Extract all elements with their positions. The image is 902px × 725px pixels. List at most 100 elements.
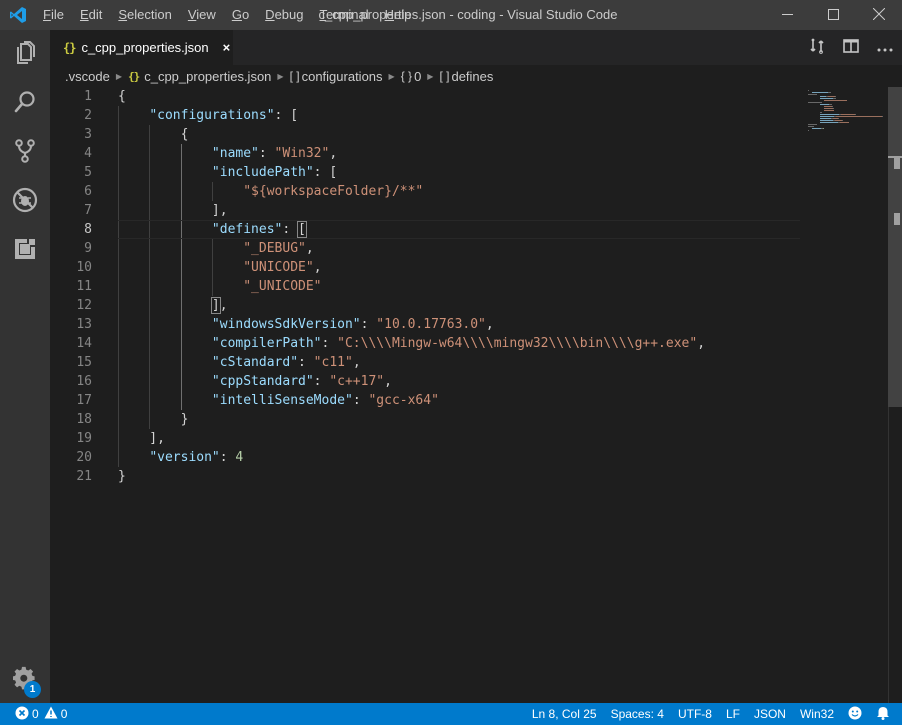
code-content: "windowsSdkVersion": "10.0.17763.0", xyxy=(118,315,494,334)
warning-icon xyxy=(44,706,58,722)
code-line: 16 "cppStandard": "c++17", xyxy=(50,372,800,391)
breadcrumb-defines[interactable]: defines xyxy=(451,69,493,84)
vertical-scrollbar[interactable] xyxy=(888,87,902,703)
line-number: 5 xyxy=(84,165,92,180)
punctuation: } xyxy=(118,469,126,484)
code-line: 1{ xyxy=(50,87,800,106)
problems-button[interactable]: 0 0 xyxy=(15,703,69,725)
punctuation: : xyxy=(258,146,275,161)
cpp-configuration[interactable]: Win32 xyxy=(793,703,841,725)
code-content: { xyxy=(118,87,126,106)
punctuation xyxy=(118,355,212,370)
manage-button[interactable]: 1 xyxy=(0,655,50,703)
tab-close-icon[interactable]: × xyxy=(223,40,231,55)
punctuation: { xyxy=(118,127,189,142)
close-window-button[interactable] xyxy=(856,0,902,30)
minimize-button[interactable] xyxy=(764,0,810,30)
tab-c-cpp-properties[interactable]: {} c_cpp_properties.json × xyxy=(50,30,233,65)
activity-source-control[interactable] xyxy=(0,128,50,177)
code-content: "compilerPath": "C:\\\\Mingw-w64\\\\ming… xyxy=(118,334,705,353)
language-mode[interactable]: JSON xyxy=(747,703,793,725)
line-number: 1 xyxy=(84,89,92,104)
minimap[interactable] xyxy=(806,87,886,703)
line-number: 4 xyxy=(84,146,92,161)
json-key: "includePath" xyxy=(211,165,314,180)
json-string: "c11" xyxy=(313,355,353,370)
menu-go[interactable]: Go xyxy=(224,0,257,30)
vscode-logo-icon xyxy=(0,0,35,30)
menu-selection[interactable]: Selection xyxy=(110,0,179,30)
code-content: ], xyxy=(118,296,228,315)
notifications-button[interactable] xyxy=(869,703,902,725)
breadcrumb-configurations[interactable]: configurations xyxy=(302,69,383,84)
minimap-line xyxy=(808,102,822,103)
menu-debug[interactable]: Debug xyxy=(257,0,311,30)
line-number: 18 xyxy=(76,412,92,427)
menu-view[interactable]: View xyxy=(180,0,224,30)
activity-debug[interactable] xyxy=(0,177,50,226)
maximize-button[interactable] xyxy=(810,0,856,30)
punctuation: } xyxy=(118,412,189,427)
extensions-icon xyxy=(13,237,37,264)
punctuation: : [ xyxy=(274,108,299,123)
menu-label: dit xyxy=(88,7,103,22)
open-changes-button[interactable] xyxy=(800,30,834,65)
array-symbol-icon: [ ] xyxy=(289,69,300,83)
code-content: } xyxy=(118,467,126,486)
cursor-position[interactable]: Ln 8, Col 25 xyxy=(525,703,604,725)
code-content: "name": "Win32", xyxy=(118,144,337,163)
minimap-line xyxy=(828,92,831,93)
activity-search[interactable] xyxy=(0,79,50,128)
line-number: 19 xyxy=(76,431,92,446)
breadcrumb-separator-icon: ▶ xyxy=(388,71,395,81)
scrollbar-cursor-marker xyxy=(894,213,900,225)
code-content: "cppStandard": "c++17", xyxy=(118,372,392,391)
status-bar: 0 0 Ln 8, Col 25 Spaces: 4 UTF-8 LF JSON… xyxy=(0,703,902,725)
breadcrumb-index-0[interactable]: 0 xyxy=(414,69,421,84)
scrollbar-thumb[interactable] xyxy=(888,87,902,407)
punctuation xyxy=(118,393,212,408)
more-actions-button[interactable] xyxy=(868,30,902,65)
encoding[interactable]: UTF-8 xyxy=(671,703,719,725)
split-editor-button[interactable] xyxy=(834,30,868,65)
end-of-line[interactable]: LF xyxy=(719,703,747,725)
minimap-line xyxy=(808,124,817,125)
minimap-line xyxy=(808,90,809,91)
code-line: 2 "configurations": [ xyxy=(50,106,800,125)
minimap-line xyxy=(808,94,817,95)
code-content: "version": 4 xyxy=(118,448,243,467)
punctuation: : xyxy=(360,317,377,332)
menu-edit[interactable]: Edit xyxy=(72,0,110,30)
punctuation: , xyxy=(329,146,338,161)
feedback-button[interactable] xyxy=(841,703,869,725)
menu-help[interactable]: Help xyxy=(377,0,420,30)
breadcrumb-file[interactable]: c_cpp_properties.json xyxy=(144,69,271,84)
punctuation: : xyxy=(313,374,330,389)
punctuation xyxy=(118,165,212,180)
activity-extensions[interactable] xyxy=(0,226,50,275)
matching-bracket: [ xyxy=(297,221,307,238)
json-string: "10.0.17763.0" xyxy=(376,317,486,332)
line-number: 7 xyxy=(84,203,92,218)
minimap-line xyxy=(838,118,839,119)
code-content: } xyxy=(118,410,189,429)
indentation[interactable]: Spaces: 4 xyxy=(604,703,671,725)
code-editor[interactable]: 1{2 "configurations": [3 {4 "name": "Win… xyxy=(50,87,902,703)
menu-label: erminal xyxy=(325,7,369,22)
minimap-line xyxy=(808,126,814,127)
code-line: 19 ], xyxy=(50,429,800,448)
code-content: "defines": [ xyxy=(118,220,307,239)
menu-terminal[interactable]: Terminal xyxy=(311,0,376,30)
search-icon xyxy=(13,90,37,117)
minimap-line xyxy=(823,128,824,129)
breadcrumb-separator-icon: ▶ xyxy=(115,71,122,81)
minimap-line xyxy=(820,116,834,117)
menu-label: o xyxy=(241,7,250,22)
error-count: 0 xyxy=(32,707,39,721)
activity-explorer[interactable] xyxy=(0,30,50,79)
breadcrumb-folder[interactable]: .vscode xyxy=(65,69,110,84)
minimap-line xyxy=(808,130,809,131)
json-number: 4 xyxy=(235,450,244,465)
punctuation: , xyxy=(219,298,228,313)
menu-file[interactable]: File xyxy=(35,0,72,30)
